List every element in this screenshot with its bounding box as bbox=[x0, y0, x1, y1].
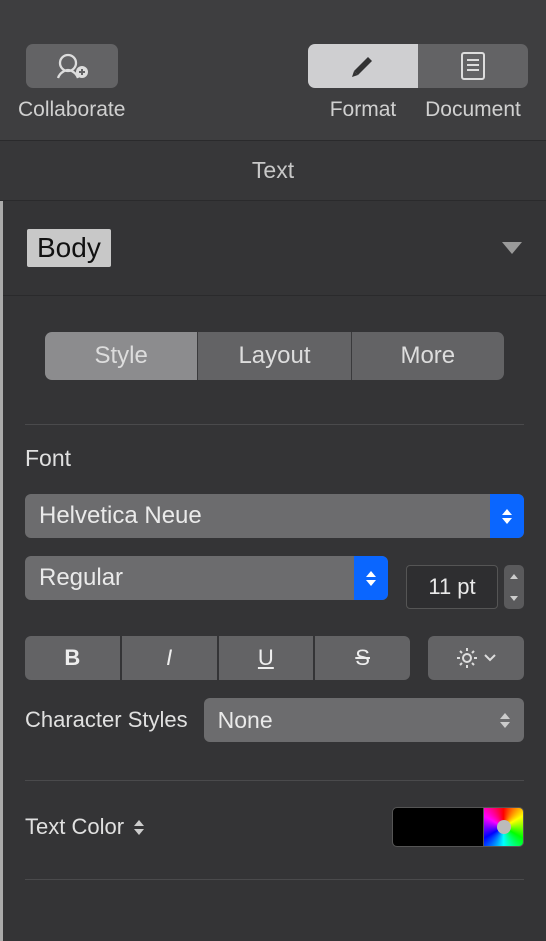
font-size-stepper[interactable] bbox=[504, 565, 524, 609]
tab-more[interactable]: More bbox=[352, 332, 504, 380]
chevron-down-icon bbox=[484, 654, 496, 662]
font-heading: Font bbox=[25, 445, 524, 472]
updown-icon bbox=[134, 820, 144, 835]
chevron-down-icon bbox=[502, 242, 522, 254]
collaborate-label: Collaborate bbox=[18, 98, 125, 122]
format-brush-icon bbox=[348, 51, 378, 81]
text-color-label: Text Color bbox=[25, 814, 124, 840]
character-styles-select[interactable]: None bbox=[204, 698, 524, 742]
stepper-up[interactable] bbox=[504, 565, 524, 587]
document-label: Document bbox=[418, 98, 528, 122]
paragraph-style-value: Body bbox=[27, 229, 111, 267]
font-size-input[interactable] bbox=[406, 565, 498, 609]
collaborate-group: Collaborate bbox=[18, 44, 125, 122]
font-advanced-button[interactable] bbox=[428, 636, 524, 680]
text-color-controls bbox=[392, 807, 524, 847]
font-style-buttons: B I U S bbox=[25, 636, 410, 680]
toolbar-right: Format Document bbox=[308, 44, 528, 122]
color-wheel-button[interactable] bbox=[484, 807, 524, 847]
font-style-row: B I U S bbox=[25, 636, 524, 680]
color-swatch[interactable] bbox=[392, 807, 484, 847]
text-panel: Body Style Layout More Font Helvetica Ne… bbox=[0, 201, 546, 941]
text-color-label-group[interactable]: Text Color bbox=[25, 814, 144, 840]
paragraph-style-row[interactable]: Body bbox=[3, 201, 546, 296]
bold-button[interactable]: B bbox=[25, 636, 120, 680]
font-weight-select[interactable]: Regular bbox=[25, 556, 388, 600]
select-arrows-icon bbox=[490, 494, 524, 538]
font-size-group bbox=[406, 565, 524, 609]
character-styles-row: Character Styles None bbox=[25, 698, 524, 781]
format-label: Format bbox=[308, 98, 418, 122]
character-styles-label: Character Styles bbox=[25, 707, 188, 733]
font-weight-size-row: Regular bbox=[25, 556, 524, 618]
font-family-select[interactable]: Helvetica Neue bbox=[25, 494, 524, 538]
tab-layout[interactable]: Layout bbox=[198, 332, 351, 380]
inspector-header: Text bbox=[0, 141, 546, 201]
font-family-value: Helvetica Neue bbox=[25, 502, 490, 530]
collaborate-icon bbox=[54, 52, 90, 80]
subtabs: Style Layout More bbox=[45, 332, 504, 380]
select-arrows-icon bbox=[354, 556, 388, 600]
font-weight-value: Regular bbox=[25, 564, 354, 592]
underline-button[interactable]: U bbox=[219, 636, 314, 680]
strikethrough-button[interactable]: S bbox=[315, 636, 410, 680]
collaborate-button[interactable] bbox=[26, 44, 118, 88]
stepper-down[interactable] bbox=[504, 587, 524, 609]
document-icon bbox=[460, 51, 486, 81]
toolbar: Collaborate Format Document bbox=[0, 0, 546, 141]
text-color-row: Text Color bbox=[25, 781, 524, 880]
document-button[interactable] bbox=[418, 44, 528, 88]
gear-icon bbox=[456, 647, 478, 669]
subtabs-wrap: Style Layout More bbox=[25, 332, 524, 425]
format-button[interactable] bbox=[308, 44, 418, 88]
updown-icon bbox=[500, 713, 510, 728]
inspector-title: Text bbox=[252, 157, 294, 183]
toolbar-right-labels: Format Document bbox=[308, 98, 528, 122]
tab-style[interactable]: Style bbox=[45, 332, 198, 380]
format-document-segmented bbox=[308, 44, 528, 88]
character-styles-value: None bbox=[218, 707, 273, 734]
italic-button[interactable]: I bbox=[122, 636, 217, 680]
font-section: Font Helvetica Neue Regular bbox=[3, 425, 546, 900]
